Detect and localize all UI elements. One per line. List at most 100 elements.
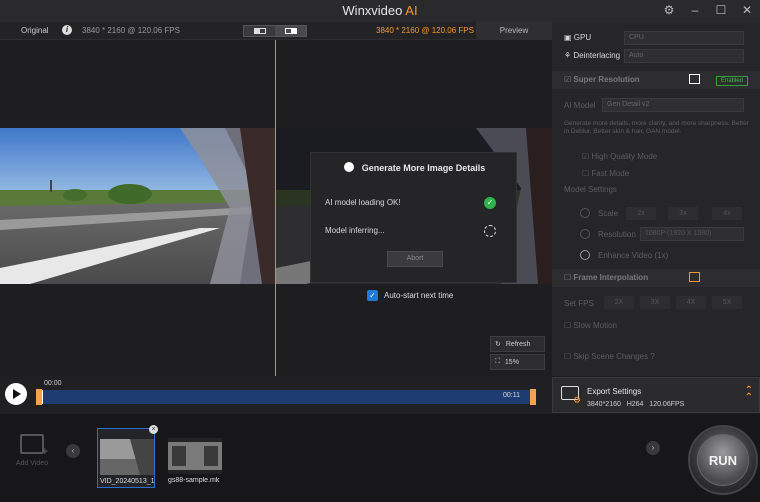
file-name-2: gs88-sample.mk xyxy=(168,477,220,484)
refresh-icon: ↻ xyxy=(495,341,501,348)
slow-motion-option[interactable]: ☐ Slow Motion xyxy=(564,321,617,330)
abort-button[interactable]: Abort xyxy=(387,251,443,267)
preview-info: 3840 * 2160 @ 120.06 FPS xyxy=(376,26,474,35)
scale-radio[interactable] xyxy=(580,208,590,218)
time-end: 00:11 xyxy=(503,392,520,399)
export-settings[interactable]: ⚙ Export Settings 3840*2160 H264 120.06F… xyxy=(552,377,760,413)
processing-dialog: Generate More Image Details AI model loa… xyxy=(310,152,517,283)
resolution-radio[interactable] xyxy=(580,229,590,239)
app-title: Winxvideo AI xyxy=(0,3,760,18)
enhance-label: Enhance Video (1x) xyxy=(598,251,669,260)
scale-label: Scale xyxy=(598,209,619,218)
title-bar: Winxvideo AI ⚙ – ☐ ✕ xyxy=(0,0,760,22)
autostart-checkbox[interactable]: ✓ xyxy=(367,290,378,301)
timeline: 00:00 00:11 xyxy=(0,376,552,414)
autostart-option[interactable]: ✓ Auto-start next time xyxy=(367,290,453,301)
dialog-title-text: Generate More Image Details xyxy=(361,163,486,173)
run-label: RUN xyxy=(697,434,749,486)
fps-2x[interactable]: 2X xyxy=(604,296,634,309)
scale-2x[interactable]: 2x xyxy=(626,207,656,220)
app-title-main: Winxvideo xyxy=(342,3,403,18)
resolution-label: Resolution xyxy=(598,230,636,239)
expand-up-icon[interactable]: ⌃ ⌃ xyxy=(745,386,753,403)
autostart-label: Auto-start next time xyxy=(384,291,454,300)
aperture-icon xyxy=(343,162,354,172)
frame-interpolation-title: ☐ Frame Interpolation xyxy=(564,273,649,282)
scale-4x[interactable]: 4x xyxy=(712,207,742,220)
super-resolution-title: ☑ Super Resolution xyxy=(564,75,640,84)
play-button[interactable] xyxy=(5,383,27,405)
original-frame xyxy=(0,128,275,284)
export-codec: H264 xyxy=(626,401,644,408)
ai-model-label: AI Model xyxy=(564,101,596,110)
video-header: Original i 3840 * 2160 @ 120.06 FPS 3840… xyxy=(0,22,552,40)
minimize-icon[interactable]: – xyxy=(688,3,702,17)
file-name-1: VID_20240513_1 xyxy=(100,478,155,485)
interpolation-compare-icon[interactable] xyxy=(689,272,700,282)
zoom-button[interactable]: ⛶ 15% xyxy=(490,354,545,370)
scroll-left-icon[interactable]: ‹ xyxy=(66,444,80,458)
chip-icon: ▣ xyxy=(564,33,572,42)
set-fps-label: Set FPS xyxy=(564,299,594,308)
file-strip: + Add Video ‹ VID_20240513_1 × gs88-samp… xyxy=(0,414,760,502)
enabled-badge: Enabled xyxy=(716,76,748,86)
trim-end-handle[interactable] xyxy=(530,389,536,405)
remove-file-icon[interactable]: × xyxy=(149,425,158,434)
ai-model-select[interactable]: Gen Detail v2 xyxy=(602,98,744,112)
file-thumbnail-2 xyxy=(168,438,222,474)
refresh-label: Refresh xyxy=(505,340,531,348)
model-settings-label: Model Settings xyxy=(564,185,617,194)
side-by-side-icon[interactable] xyxy=(275,26,306,36)
scale-3x[interactable]: 3x xyxy=(668,207,698,220)
export-resolution: 3840*2160 xyxy=(587,401,621,408)
status-inferring: Model inferring... xyxy=(325,226,385,235)
check-icon: ✓ xyxy=(484,197,496,209)
file-thumbnail-1 xyxy=(100,439,154,475)
export-meta: 3840*2160 H264 120.06FPS xyxy=(587,401,684,408)
settings-panel: ▣ GPU CPU ⚘ Deinterlacing Auto ☑ Super R… xyxy=(552,22,760,376)
deinterlace-icon: ⚘ xyxy=(564,51,572,60)
run-button[interactable]: RUN xyxy=(688,425,758,495)
compare-mode-toggle[interactable] xyxy=(243,25,307,37)
zoom-label: 15% xyxy=(504,358,519,366)
add-video-icon: + xyxy=(20,434,48,458)
tab-preview[interactable]: Preview xyxy=(476,22,552,40)
resolution-select[interactable]: 1080P (1920 X 1080) xyxy=(640,227,744,241)
refresh-button[interactable]: ↻ Refresh xyxy=(490,336,545,352)
deinterlacing-label: ⚘ Deinterlacing xyxy=(564,51,621,60)
scroll-right-icon[interactable]: › xyxy=(646,441,660,455)
add-video-button[interactable]: + Add Video xyxy=(12,434,52,467)
gpu-select[interactable]: CPU xyxy=(624,31,744,45)
fps-4x[interactable]: 4X xyxy=(676,296,706,309)
gpu-label: ▣ GPU xyxy=(564,33,592,42)
video-preview-area: Generate More Image Details AI model loa… xyxy=(0,40,552,376)
compare-divider[interactable] xyxy=(275,40,276,376)
skip-scene-option[interactable]: ☐ Skip Scene Changes ? xyxy=(564,352,655,361)
split-view-icon[interactable] xyxy=(244,26,275,36)
export-fps: 120.06FPS xyxy=(649,401,685,408)
fps-3x[interactable]: 3X xyxy=(640,296,670,309)
info-icon[interactable]: i xyxy=(62,25,72,35)
close-icon[interactable]: ✕ xyxy=(740,3,754,17)
status-model-loaded: AI model loading OK! xyxy=(325,198,401,207)
file-item-2[interactable]: gs88-sample.mk xyxy=(166,428,224,488)
enhance-radio[interactable] xyxy=(580,250,590,260)
compare-icon[interactable] xyxy=(689,74,700,84)
export-gear-icon: ⚙ xyxy=(573,395,582,405)
playhead[interactable] xyxy=(42,390,43,404)
timeline-track[interactable] xyxy=(40,390,536,404)
app-title-ai: AI xyxy=(405,3,418,18)
time-start: 00:00 xyxy=(44,380,62,387)
file-item-1[interactable]: VID_20240513_1 × xyxy=(97,425,158,488)
fast-mode-option[interactable]: ☐ Fast Mode xyxy=(582,169,629,178)
zoom-fit-icon: ⛶ xyxy=(495,358,500,365)
deinterlacing-select[interactable]: Auto xyxy=(624,49,744,63)
settings-gear-icon[interactable]: ⚙ xyxy=(662,3,676,17)
add-video-label: Add Video xyxy=(15,460,49,467)
fps-5x[interactable]: 5X xyxy=(712,296,742,309)
high-quality-option[interactable]: ☑ High Quality Mode xyxy=(582,152,657,161)
original-label: Original xyxy=(21,26,49,35)
original-info: 3840 * 2160 @ 120.06 FPS xyxy=(82,26,180,35)
maximize-icon[interactable]: ☐ xyxy=(714,3,728,17)
dialog-title: Generate More Image Details xyxy=(311,162,518,173)
